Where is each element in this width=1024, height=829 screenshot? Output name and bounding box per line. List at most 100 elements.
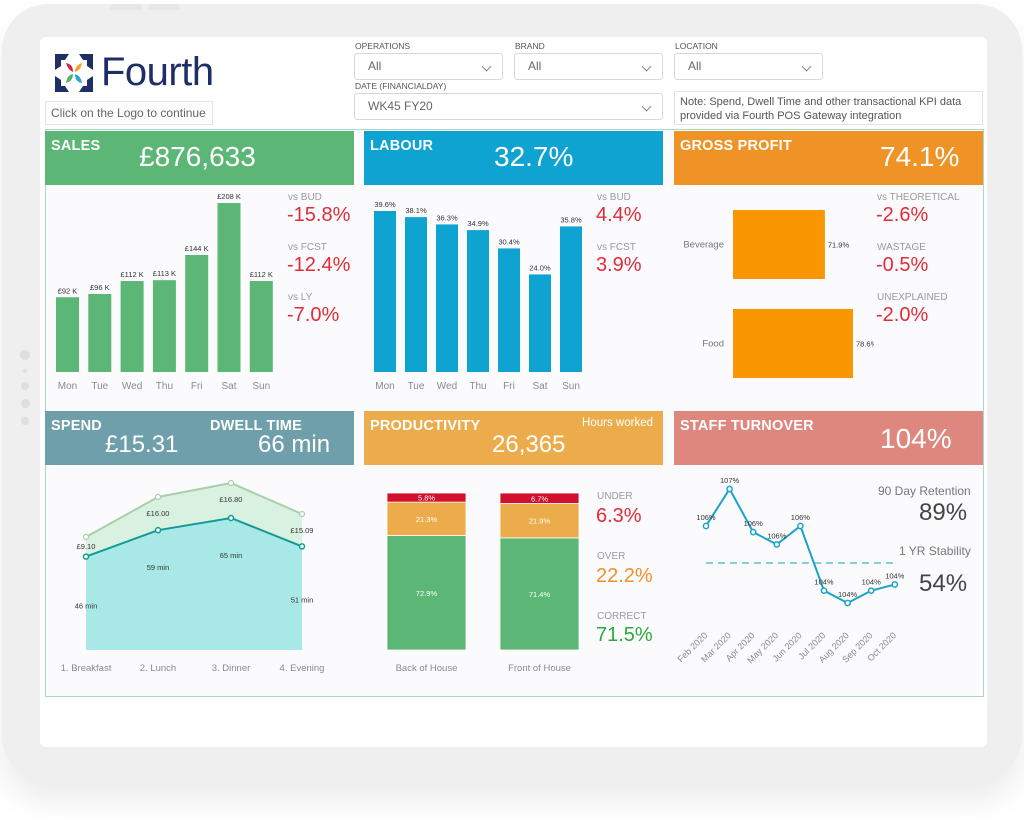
spend-header[interactable]: SPEND £15.31 DWELL TIME 66 min — [45, 411, 354, 465]
bar — [560, 226, 582, 372]
bar-value-label: 38.1% — [405, 206, 427, 215]
logo-text: Fourth — [101, 50, 214, 94]
point-value-label: 107% — [720, 476, 740, 485]
productivity-header[interactable]: PRODUCTIVITY Hours worked 26,365 — [364, 411, 663, 465]
stability-label: 1 YR Stability — [899, 544, 971, 558]
point-value-label: 104% — [838, 590, 858, 599]
x-tick-label: Sat — [221, 381, 236, 392]
logo-hint: Click on the Logo to continue — [45, 101, 213, 125]
retention-label: 90 Day Retention — [878, 484, 971, 498]
fourth-logo-icon — [55, 53, 93, 92]
point-value-label: 104% — [885, 572, 904, 581]
correct-value: 71.5% — [596, 624, 653, 646]
labour-vs-fcst-label: vs FCST — [597, 242, 636, 253]
segment-value-label: 21.3% — [416, 515, 438, 524]
point-value-label: 106% — [744, 519, 764, 528]
bar-value-label: 24.0% — [529, 263, 551, 272]
sales-header[interactable]: SALES £876,633 — [45, 131, 354, 185]
dwell-time-value: 66 min — [258, 431, 331, 458]
point-value-label: 106% — [791, 513, 811, 522]
dwell-value-label: 65 min — [220, 551, 243, 560]
bar-value-label: £208 K — [217, 192, 241, 201]
retention-value: 89% — [919, 499, 968, 526]
brand-label: BRAND — [515, 41, 545, 51]
sales-title: SALES — [51, 138, 101, 154]
gross-profit-bar-chart: 71.9% Beverage 78.6% Food — [683, 210, 874, 378]
bar-value-label: 39.6% — [374, 200, 396, 209]
gross-profit-header[interactable]: GROSS PROFIT 74.1% — [674, 131, 983, 185]
spend-title: SPEND — [51, 418, 102, 434]
point-value-label: 104% — [862, 578, 882, 587]
labour-header[interactable]: LABOUR 32.7% — [364, 131, 663, 185]
x-tick-label: Tue — [408, 381, 425, 392]
date-label: DATE (FINANCIALDAY) — [355, 81, 447, 91]
bar-value-label: £112 K — [250, 270, 273, 279]
point-value-label: 104% — [814, 578, 834, 587]
bar-value-label: £96 K — [90, 283, 110, 292]
turnover-point — [773, 541, 781, 548]
segment-value-label: 71.4% — [529, 590, 551, 599]
spend-value-label: £16.80 — [220, 495, 243, 504]
labour-vs-fcst-value: 3.9% — [596, 254, 642, 276]
date-select[interactable]: WK45 FY20 — [354, 93, 663, 120]
gross-profit-value: 74.1% — [880, 141, 960, 172]
x-tick-label: Mon — [58, 381, 77, 392]
location-value: All — [688, 59, 702, 73]
bar — [88, 294, 112, 372]
brand-value: All — [528, 59, 542, 73]
productivity-stacked-chart: 72.9% 21.3% 5.8% Back of House 71.4% 21.9% 6.7… — [386, 492, 580, 674]
sales-vs-bud-label: vs BUD — [288, 192, 322, 203]
bar-value-label: 35.8% — [560, 215, 582, 224]
bar — [733, 309, 853, 378]
chevron-down-icon — [801, 61, 812, 72]
labour-title: LABOUR — [370, 138, 434, 154]
x-tick-label: Mon — [375, 381, 394, 392]
staff-turnover-line-chart: 106%Feb 2020107%Mar 2020106%Apr 2020106%… — [675, 476, 904, 665]
spend-value-label: £15.09 — [291, 526, 314, 535]
sales-vs-bud-value: -15.8% — [287, 204, 351, 226]
dwell-value-label: 46 min — [75, 602, 98, 611]
turnover-point — [844, 599, 851, 607]
bar — [529, 274, 551, 372]
bar-value-label: £92 K — [58, 286, 78, 295]
over-label: OVER — [597, 551, 626, 562]
spend-point — [154, 493, 162, 501]
labour-bar-chart: 39.6% Mon 38.1% Tue 36.3% Wed 34.9% Thu 30.4% Fri… — [374, 200, 582, 392]
spend-value-label: £9.10 — [77, 542, 96, 551]
sales-value: £876,633 — [139, 141, 256, 172]
y-tick-label: Beverage — [683, 240, 724, 251]
staff-turnover-title: STAFF TURNOVER — [680, 418, 814, 434]
dwell-value-label: 59 min — [147, 563, 170, 572]
gp-vs-theoretical-value: -2.6% — [876, 204, 929, 226]
bar-value-label: 78.6% — [856, 340, 874, 349]
spend-point — [298, 510, 306, 518]
gp-unexplained-value: -2.0% — [876, 304, 929, 326]
operations-select[interactable]: All — [354, 53, 503, 80]
fourth-logo[interactable]: Fourth — [53, 50, 214, 95]
location-select[interactable]: All — [674, 53, 823, 80]
bar — [374, 211, 396, 372]
dwell-value-label: 51 min — [291, 595, 314, 604]
tablet-side-dots — [19, 350, 31, 434]
under-value: 6.3% — [596, 505, 642, 527]
x-tick-label: Thu — [156, 381, 173, 392]
labour-value: 32.7% — [494, 141, 574, 172]
bar — [152, 280, 176, 372]
segment-value-label: 6.7% — [531, 494, 548, 503]
x-tick-label: 3. Dinner — [212, 663, 251, 674]
bar-value-label: 34.9% — [467, 219, 489, 228]
gross-profit-title: GROSS PROFIT — [680, 138, 792, 154]
sales-vs-ly-value: -7.0% — [287, 304, 340, 326]
integration-note: Note: Spend, Dwell Time and other transa… — [674, 91, 983, 125]
x-tick-label: Back of House — [396, 663, 458, 674]
chevron-down-icon — [481, 61, 492, 72]
bar-value-label: 71.9% — [828, 241, 850, 250]
staff-turnover-header[interactable]: STAFF TURNOVER 104% — [674, 411, 983, 465]
chevron-down-icon — [641, 61, 652, 72]
bar — [405, 217, 427, 372]
brand-select[interactable]: All — [514, 53, 663, 80]
x-tick-label: Tue — [91, 381, 108, 392]
productivity-value: 26,365 — [492, 431, 566, 458]
turnover-point — [749, 528, 757, 536]
x-tick-label: Wed — [122, 381, 142, 392]
